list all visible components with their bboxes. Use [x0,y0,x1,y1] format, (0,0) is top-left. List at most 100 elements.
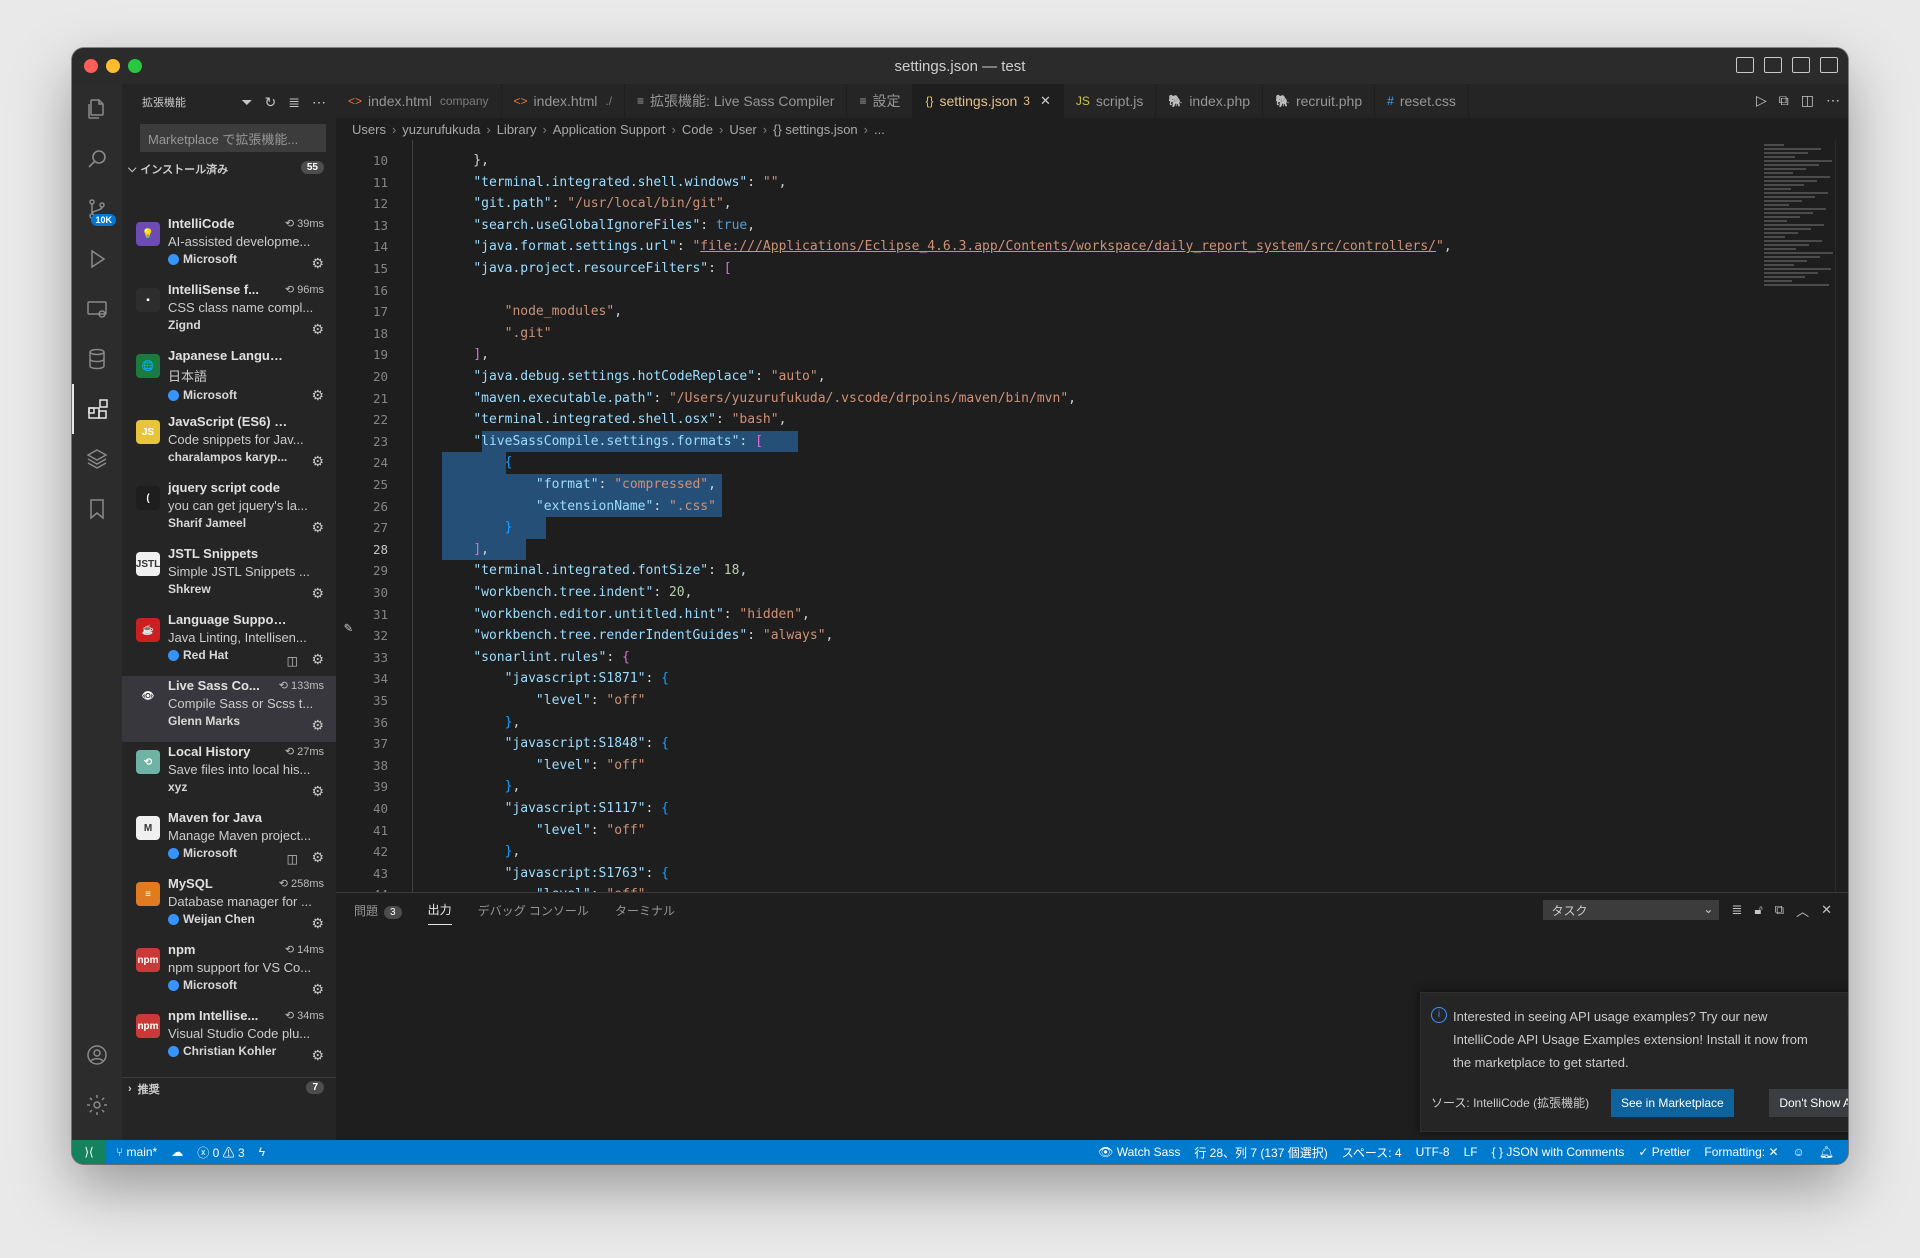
extension-item[interactable]: ≡ MySQL ⟲ 258ms Database manager for ... Wei… [122,874,336,940]
extension-item[interactable]: npm npm ⟲ 14ms npm support for VS Co... Micr… [122,940,336,1006]
dont-show-again-button[interactable]: Don't Show Again. [1769,1089,1848,1117]
database-icon[interactable] [72,334,122,384]
run-debug-icon[interactable] [72,234,122,284]
output-channel-select[interactable]: タスク ⌄ [1543,900,1720,920]
gear-icon[interactable]: ⚙ [311,585,324,602]
more-actions-icon[interactable]: ⋯ [1826,92,1840,109]
notifications-bell-icon[interactable]: 🔔︎ [1819,1145,1834,1159]
breadcrumb-item[interactable]: ... [874,122,885,137]
maximize-window-button[interactable] [128,59,142,73]
bolt-icon[interactable]: ϟ [259,1145,265,1159]
extension-item[interactable]: 🌐 Japanese Language ... 日本語 Microsoft ⚙ [122,346,336,412]
remote-indicator-icon[interactable]: ⟩⟨ [72,1140,106,1164]
manage-gear-icon[interactable] [72,1080,122,1130]
filter-icon[interactable]: ⏷ [241,94,252,111]
run-icon[interactable]: ▷ [1756,92,1767,109]
editor-tab[interactable]: {} settings.json 3 ✕ [913,84,1064,118]
source-control-icon[interactable]: 10K [72,184,122,234]
extension-item[interactable]: JS JavaScript (ES6) cod... Code snippets f… [122,412,336,478]
clear-icon[interactable]: ≣ [288,94,300,111]
panel-tab[interactable]: 出力 [427,901,452,925]
editor-tab[interactable]: ≡ 設定 [847,84,914,118]
prettier-status[interactable]: ✓ Prettier [1638,1145,1690,1159]
sync-ignored-icon[interactable]: ◫ [287,654,298,668]
close-panel-icon[interactable]: ✕ [1821,902,1832,918]
panel-tab[interactable]: デバッグ コンソール [478,902,589,919]
gear-icon[interactable]: ⚙ [311,783,324,800]
open-output-editor-icon[interactable]: ⧉ [1775,902,1784,918]
editor-tab[interactable]: 🐘 recruit.php [1263,84,1376,118]
sync-ignored-icon[interactable]: ◫ [287,852,298,866]
recommended-section-header[interactable]: › 推奨 7 [122,1077,336,1100]
editor-tab[interactable]: <> index.html company [336,84,502,118]
gear-icon[interactable]: ⚙ [311,519,324,536]
branch-status[interactable]: ⑂ main* [116,1145,157,1159]
breadcrumb-item[interactable]: Library [497,122,537,137]
extension-item[interactable]: (jquery script code you can get jquery's … [122,478,336,544]
editor-scrollbar[interactable] [1835,140,1848,892]
gear-icon[interactable]: ⚙ [311,387,324,404]
problems-status[interactable]: ⓧ 0 ⚠ 3 [197,1144,244,1161]
clear-output-icon[interactable]: ≣ [1731,902,1742,918]
breadcrumb-item[interactable]: Application Support [553,122,666,137]
extensions-icon[interactable] [72,384,122,434]
account-icon[interactable] [72,1030,122,1080]
extension-item[interactable]: ⟲ Local History ⟲ 27ms Save files into loca… [122,742,336,808]
toggle-panel-icon[interactable] [1764,57,1782,73]
toggle-sidebar-icon[interactable] [1736,57,1754,73]
eol-status[interactable]: LF [1464,1145,1478,1159]
cursor-position[interactable]: 行 28、列 7 (137 個選択) [1194,1144,1327,1161]
editor-tab[interactable]: ≡ 拡張機能: Live Sass Compiler [625,84,848,118]
gear-icon[interactable]: ⚙ [311,321,324,338]
gear-icon[interactable]: ⚙ [311,453,324,470]
extension-item[interactable]: npm npm Intellise... ⟲ 34ms Visual Studio C… [122,1006,336,1072]
gear-icon[interactable]: ⚙ [311,1047,324,1064]
feedback-icon[interactable]: ☺ [1793,1145,1805,1159]
open-changes-icon[interactable]: ⧉ [1779,92,1789,109]
breadcrumb-item[interactable]: User [729,122,756,137]
gear-icon[interactable]: ⚙ [311,849,324,866]
extension-item[interactable]: 👁 Live Sass Co... ⟲ 133ms Compile Sass or S… [122,676,336,742]
lock-scroll-icon[interactable]: 🔓︎ [1754,902,1762,918]
remote-explorer-icon[interactable] [72,284,122,334]
sync-icon[interactable]: ☁ [171,1145,183,1159]
language-mode[interactable]: { } JSON with Comments [1492,1145,1625,1159]
bookmark-icon[interactable] [72,484,122,534]
extension-item[interactable]: ▪ IntelliSense f... ⟲ 96ms CSS class name c… [122,280,336,346]
editor-tab[interactable]: JS script.js [1064,84,1157,118]
gear-icon[interactable]: ⚙ [311,915,324,932]
search-icon[interactable] [72,134,122,184]
panel-tab[interactable]: ターミナル [615,902,675,919]
extension-item[interactable]: ☕ Language Support fo... Java Linting, Int… [122,610,336,676]
formatting-status[interactable]: Formatting: ✕ [1704,1145,1778,1159]
files-icon[interactable] [72,84,122,134]
toggle-secondary-sidebar-icon[interactable] [1792,57,1810,73]
gear-icon[interactable]: ⚙ [1846,1005,1848,1022]
close-icon[interactable]: ✕ [1040,93,1051,109]
see-in-marketplace-button[interactable]: See in Marketplace [1611,1089,1734,1117]
editor-tab[interactable]: <> index.html ./ [502,84,626,118]
breadcrumb-item[interactable]: {} settings.json [773,122,858,137]
extension-item[interactable]: JSTL JSTL Snippets Simple JSTL Snippets ..… [122,544,336,610]
panel-tab[interactable]: 問題 3 [354,902,402,919]
refresh-icon[interactable]: ↻ [265,94,277,111]
breadcrumb-item[interactable]: yuzurufukuda [402,122,480,137]
layers-icon[interactable] [72,434,122,484]
extension-item[interactable]: M Maven for Java Manage Maven project... Mi… [122,808,336,874]
code-editor[interactable]: ✎ 10 }, 11 "terminal.integrated.shell.win… [336,140,1848,892]
editor-tab[interactable]: 🐘 index.php [1156,84,1264,118]
minimize-window-button[interactable] [106,59,120,73]
editor-tab[interactable]: # reset.css [1375,84,1469,118]
indentation-status[interactable]: スペース: 4 [1342,1144,1402,1161]
maximize-panel-icon[interactable]: ︿ [1796,901,1809,920]
watch-sass-button[interactable]: 👁︎ Watch Sass [1098,1145,1180,1159]
gear-icon[interactable]: ⚙ [311,255,324,272]
extension-item[interactable]: 💡 IntelliCode ⟲ 39ms AI-assisted developme.… [122,214,336,280]
gear-icon[interactable]: ⚙ [311,717,324,734]
breadcrumb-item[interactable]: Users [352,122,386,137]
encoding-status[interactable]: UTF-8 [1416,1145,1450,1159]
gear-icon[interactable]: ⚙ [311,651,324,668]
split-editor-icon[interactable]: ◫ [1801,92,1814,109]
extension-search-input[interactable]: Marketplace で拡張機能... [140,124,326,152]
customize-layout-icon[interactable] [1820,57,1838,73]
